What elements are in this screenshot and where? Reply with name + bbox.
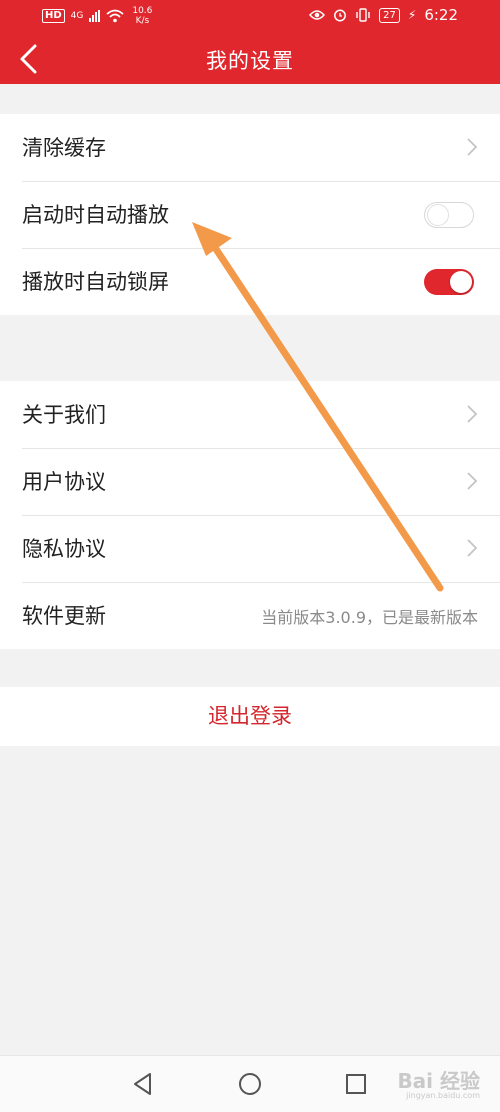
status-right: 27 ⚡ 6:22 <box>309 6 458 24</box>
network-type: 4G <box>70 11 84 21</box>
privacy-row[interactable]: 隐私协议 <box>0 515 500 582</box>
nav-recents-icon[interactable] <box>343 1071 369 1097</box>
eye-icon <box>309 10 326 20</box>
autoplay-label: 启动时自动播放 <box>22 203 169 227</box>
nav-home-icon[interactable] <box>237 1071 263 1097</box>
chevron-right-icon <box>467 539 478 557</box>
clear-cache-label: 清除缓存 <box>22 136 106 160</box>
watermark-logo: Bai 经验 jingyan.baidu.com <box>397 1065 480 1100</box>
clear-cache-row[interactable]: 清除缓存 <box>0 114 500 181</box>
settings-group-info: 关于我们 用户协议 隐私协议 软件更新 当前版本3.0.9，已是最新版本 <box>0 381 500 649</box>
toggle-knob <box>427 204 449 226</box>
chevron-right-icon <box>467 405 478 423</box>
speed-unit: K/s <box>135 16 150 26</box>
watermark-sub: jingyan.baidu.com <box>406 1091 480 1100</box>
page-title: 我的设置 <box>206 49 294 73</box>
autolock-label: 播放时自动锁屏 <box>22 270 169 294</box>
watermark-main: Bai 经验 <box>397 1069 480 1093</box>
status-bar: HD 4G 10.6 K/s 27 ⚡ 6:22 <box>0 0 500 34</box>
logout-button[interactable]: 退出登录 <box>0 687 500 746</box>
clock: 6:22 <box>424 6 458 24</box>
network-speed: 10.6 K/s <box>130 6 154 26</box>
signal-icon <box>89 10 101 22</box>
alarm-icon <box>334 9 347 22</box>
chevron-right-icon <box>467 138 478 156</box>
wifi-icon <box>106 9 124 23</box>
hd-badge: HD <box>42 9 65 23</box>
autoplay-row: 启动时自动播放 <box>0 181 500 248</box>
charging-icon: ⚡ <box>407 8 417 22</box>
toggle-knob <box>450 271 472 293</box>
version-info: 当前版本3.0.9，已是最新版本 <box>261 608 478 627</box>
autolock-row: 播放时自动锁屏 <box>0 248 500 315</box>
settings-group-playback: 清除缓存 启动时自动播放 播放时自动锁屏 <box>0 114 500 315</box>
status-left: HD 4G 10.6 K/s <box>42 6 154 26</box>
update-row[interactable]: 软件更新 当前版本3.0.9，已是最新版本 <box>0 582 500 649</box>
update-label: 软件更新 <box>22 604 106 628</box>
privacy-label: 隐私协议 <box>22 537 106 561</box>
autolock-toggle[interactable] <box>424 269 474 295</box>
nav-back-icon[interactable] <box>130 1071 156 1097</box>
autoplay-toggle[interactable] <box>424 202 474 228</box>
vibrate-icon <box>356 8 370 22</box>
user-agreement-row[interactable]: 用户协议 <box>0 448 500 515</box>
about-label: 关于我们 <box>22 403 106 427</box>
user-agreement-label: 用户协议 <box>22 470 106 494</box>
chevron-right-icon <box>467 472 478 490</box>
battery-icon: 27 <box>379 7 400 23</box>
about-row[interactable]: 关于我们 <box>0 381 500 448</box>
speed-value: 10.6 <box>132 6 153 16</box>
app-header: 我的设置 <box>0 34 500 84</box>
